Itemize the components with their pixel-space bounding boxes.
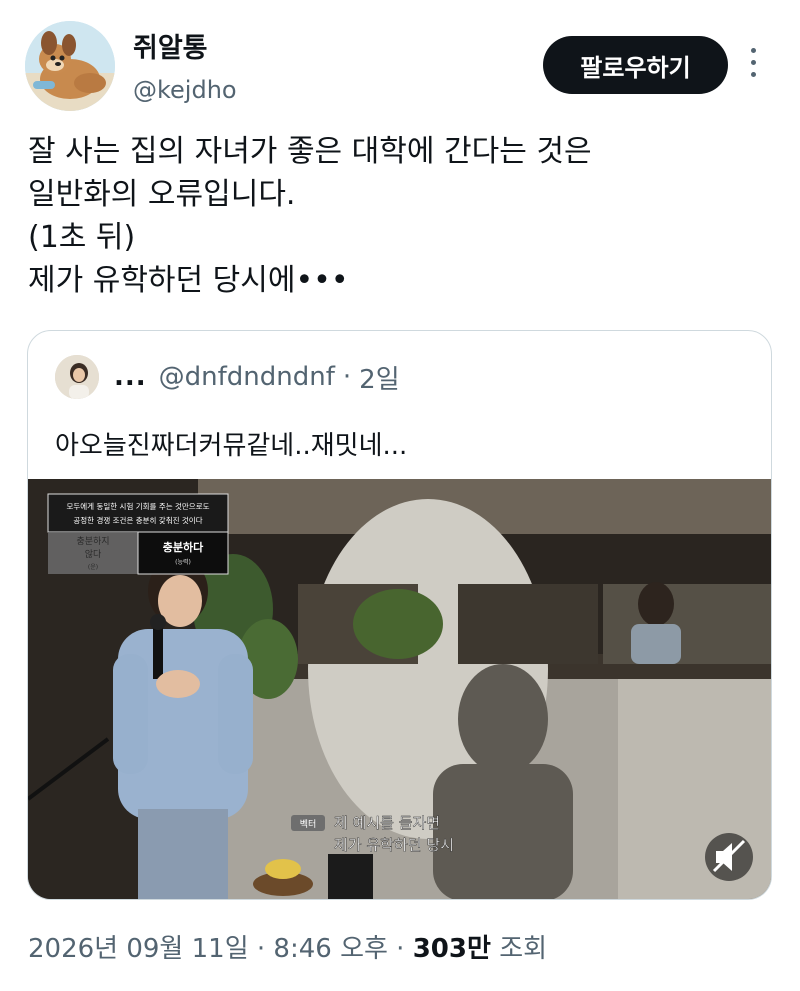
- video-player[interactable]: 모두에게 동일한 시험 기회를 주는 것만으로도 공정한 경쟁 조건은 충분히 …: [28, 479, 771, 899]
- follow-button[interactable]: 팔로우하기: [543, 36, 728, 94]
- subtitle-line1: 제 예시를 들자면: [334, 814, 440, 832]
- author-avatar[interactable]: [25, 21, 115, 111]
- option-left-sub: (운): [88, 564, 98, 571]
- option-left-line1: 충분하지: [76, 536, 109, 547]
- option-right-sub: (능력): [175, 558, 191, 566]
- muted-speaker-icon[interactable]: [705, 833, 753, 881]
- separator-dot: ·: [342, 362, 352, 392]
- quoted-timestamp[interactable]: 2일: [359, 359, 399, 396]
- tweet-line: 제가 유학하던 당시에•••: [28, 263, 349, 298]
- quoted-author-avatar[interactable]: [55, 355, 99, 399]
- tweet-footer: 2026년 09월 11일 · 8:46 오후 · 303만 조회: [28, 928, 547, 965]
- video-frame: 모두에게 동일한 시험 기회를 주는 것만으로도 공정한 경쟁 조건은 충분히 …: [28, 479, 771, 899]
- tweet-line: 잘 사는 집의 자녀가 좋은 대학에 간다는 것은: [28, 134, 592, 169]
- author-name[interactable]: 쥐알통: [133, 26, 208, 65]
- more-vertical-icon[interactable]: [746, 48, 760, 82]
- overlay-heading-line1: 모두에게 동일한 시험 기회를 주는 것만으로도: [66, 501, 209, 511]
- option-left-line2: 않다: [85, 549, 102, 560]
- tweet-timestamp[interactable]: 2026년 09월 11일 · 8:46 오후 ·: [28, 934, 404, 964]
- subtitle-line2: 제가 유학하던 당시: [334, 836, 454, 854]
- author-handle[interactable]: @kejdho: [133, 76, 237, 104]
- overlay-heading-line2: 공정한 경쟁 조건은 충분히 갖춰진 것이다: [73, 515, 202, 525]
- dog-avatar-icon: [25, 21, 115, 111]
- quoted-tweet-card[interactable]: ... @dnfdndndnf · 2일 아오늘진짜더커뮤같네..재밋네...: [27, 330, 772, 900]
- speaker-tag: 벡터: [300, 819, 317, 830]
- option-right: 충분하다: [163, 540, 204, 554]
- tweet-text: 잘 사는 집의 자녀가 좋은 대학에 간다는 것은 일반화의 오류입니다. (1…: [28, 130, 768, 302]
- person-avatar-icon: [55, 355, 99, 399]
- quoted-author-name[interactable]: ...: [114, 362, 147, 392]
- view-count: 303만: [412, 934, 491, 964]
- tweet-line: 일반화의 오류입니다.: [28, 177, 296, 212]
- quoted-tweet-text: 아오늘진짜더커뮤같네..재밋네...: [55, 431, 408, 461]
- quoted-tweet-header: ... @dnfdndndnf · 2일: [55, 354, 400, 400]
- tweet-line: (1초 뒤): [28, 220, 136, 255]
- quoted-author-handle[interactable]: @dnfdndndnf: [159, 362, 335, 392]
- view-label: 조회: [499, 934, 548, 964]
